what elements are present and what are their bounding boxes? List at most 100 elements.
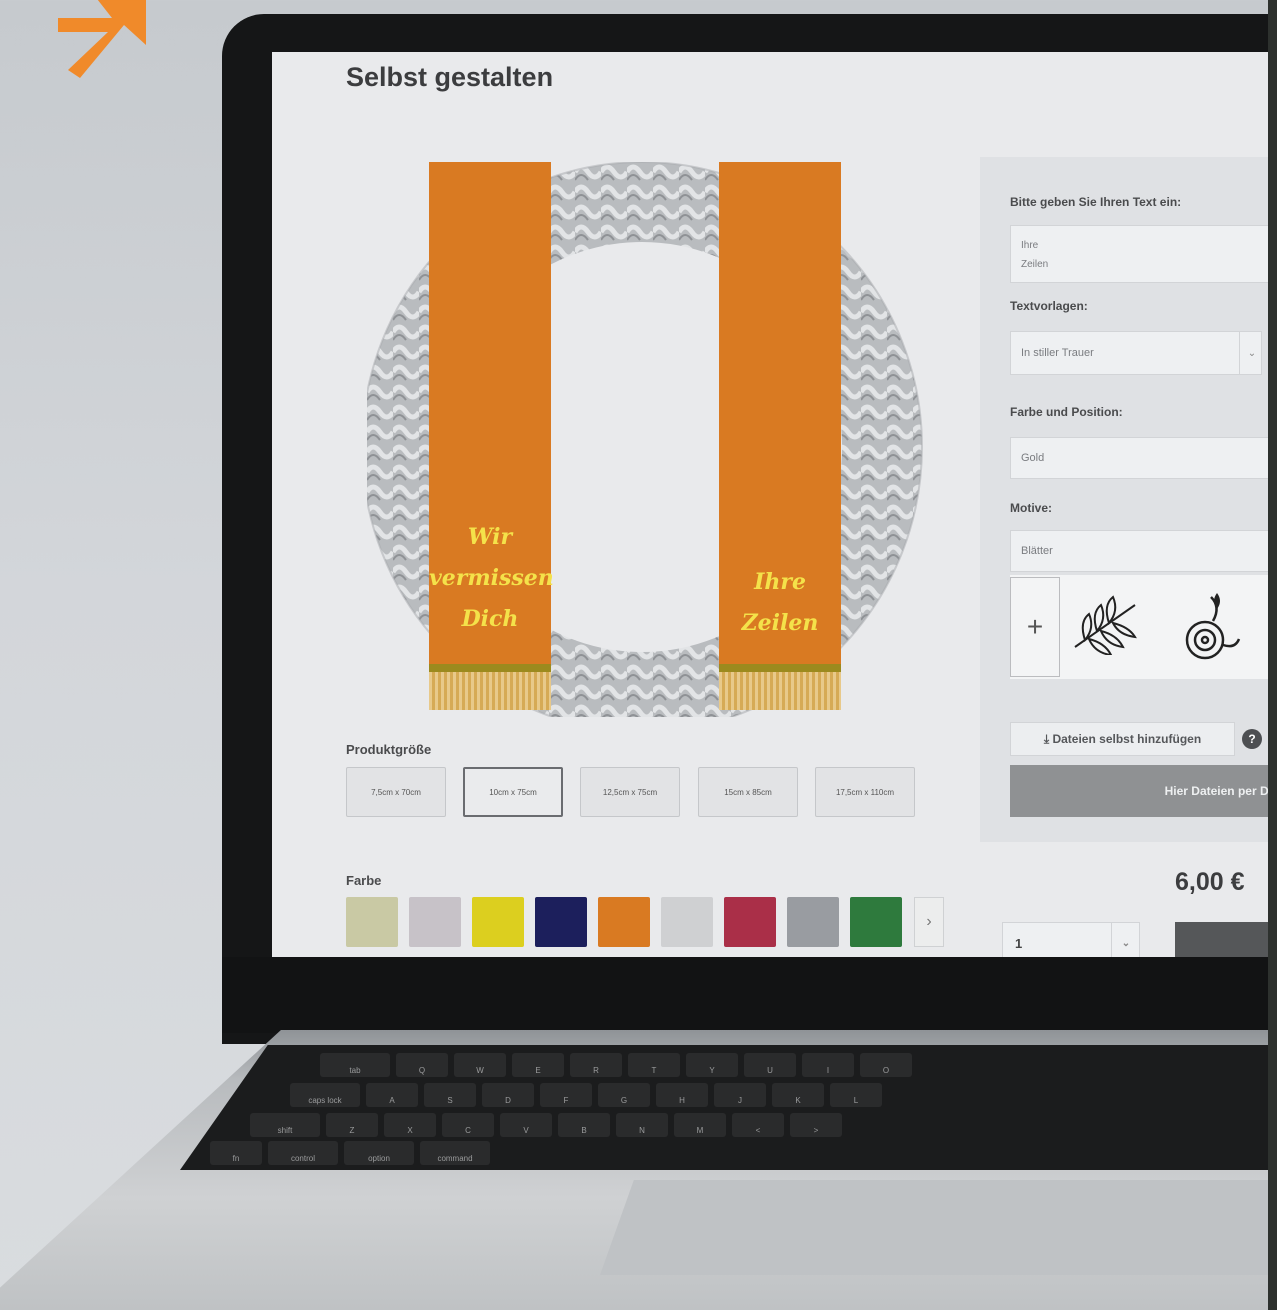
- color-position-value: Gold: [1021, 452, 1045, 464]
- keyboard-key: K: [772, 1083, 824, 1107]
- keyboard-key: O: [860, 1053, 912, 1077]
- keyboard-key: X: [384, 1113, 436, 1137]
- quantity-select[interactable]: 1 ⌄: [1002, 922, 1140, 957]
- ribbon-left-fringe: [429, 672, 551, 710]
- color-swatch[interactable]: [787, 897, 839, 947]
- chevron-down-icon: ⌄: [1239, 332, 1264, 374]
- keyboard-key: S: [424, 1083, 476, 1107]
- right-edge-strip: [1268, 0, 1277, 1310]
- ribbon-left: Wir vermissen Dich: [429, 162, 554, 666]
- color-swatch[interactable]: [409, 897, 461, 947]
- keyboard-key: C: [442, 1113, 494, 1137]
- keyboard-key: L: [830, 1083, 882, 1107]
- text-input-line: Ihre: [1021, 240, 1039, 251]
- candle-motif-icon[interactable]: [1175, 585, 1245, 665]
- product-preview: Wir vermissen Dich Ihre Zeilen: [367, 162, 937, 717]
- page-title: Selbst gestalten: [346, 62, 554, 92]
- size-label: Produktgröße: [346, 742, 432, 757]
- keyboard-key: N: [616, 1113, 668, 1137]
- size-option[interactable]: 7,5cm x 70cm: [346, 767, 446, 817]
- color-position-label: Farbe und Position:: [1010, 405, 1123, 419]
- color-swatch[interactable]: [661, 897, 713, 947]
- keyboard-key: E: [512, 1053, 564, 1077]
- keyboard-key: U: [744, 1053, 796, 1077]
- keyboard-key: tab: [320, 1053, 390, 1077]
- keyboard-key: option: [344, 1141, 414, 1165]
- keyboard-key: A: [366, 1083, 418, 1107]
- quantity-value: 1: [1015, 935, 1023, 951]
- color-swatch[interactable]: [472, 897, 524, 947]
- keyboard-key: B: [558, 1113, 610, 1137]
- keyboard-key: M: [674, 1113, 726, 1137]
- ribbon-left-line: vermissen: [429, 565, 554, 591]
- ribbon-right-line: Ihre: [754, 569, 806, 595]
- keyboard-key: >: [790, 1113, 842, 1137]
- keyboard-key: command: [420, 1141, 490, 1165]
- keyboard-row: tab Q W E R T Y U I O: [320, 1053, 912, 1077]
- color-swatch[interactable]: [346, 897, 398, 947]
- size-option-selected[interactable]: 10cm x 75cm: [463, 767, 563, 817]
- price: 6,00 €: [1175, 868, 1245, 896]
- file-dropzone[interactable]: Hier Dateien per Dra: [1010, 765, 1268, 817]
- add-to-cart-button[interactable]: [1175, 922, 1268, 957]
- motif-gallery: +: [1010, 575, 1268, 679]
- keyboard-key: H: [656, 1083, 708, 1107]
- keyboard-key: D: [482, 1083, 534, 1107]
- keyboard-key: fn: [210, 1141, 262, 1165]
- keyboard-key: V: [500, 1113, 552, 1137]
- keyboard: tab Q W E R T Y U I O caps lock A S D F G H J K L shift Z X C…: [180, 1045, 1277, 1170]
- keyboard-key: control: [268, 1141, 338, 1165]
- size-option[interactable]: 17,5cm x 110cm: [815, 767, 915, 817]
- keyboard-key: F: [540, 1083, 592, 1107]
- text-input-line: Zeilen: [1021, 259, 1049, 270]
- color-swatch[interactable]: [850, 897, 902, 947]
- help-icon[interactable]: ?: [1242, 729, 1262, 749]
- keyboard-key: Q: [396, 1053, 448, 1077]
- color-next-button[interactable]: ›: [914, 897, 944, 947]
- arrow-icon: [58, 0, 146, 78]
- ribbon-right-border: [719, 664, 841, 672]
- ribbon-left-text: Wir vermissen Dich: [429, 517, 554, 640]
- templates-select[interactable]: In stiller Trauer ⌄: [1010, 331, 1262, 375]
- keyboard-key: T: [628, 1053, 680, 1077]
- keyboard-key: shift: [250, 1113, 320, 1137]
- ribbon-right: Ihre Zeilen: [719, 162, 841, 666]
- screen-bezel: [222, 957, 1277, 1033]
- motive-value: Blätter: [1021, 545, 1053, 557]
- color-label: Farbe: [346, 873, 382, 888]
- keyboard-row: fn control option command: [210, 1141, 490, 1165]
- color-swatch[interactable]: [535, 897, 587, 947]
- templates-label: Textvorlagen:: [1010, 299, 1088, 313]
- size-option[interactable]: 15cm x 85cm: [698, 767, 798, 817]
- color-swatch[interactable]: [724, 897, 776, 947]
- keyboard-key: J: [714, 1083, 766, 1107]
- keyboard-row: shift Z X C V B N M < >: [250, 1113, 842, 1137]
- size-option[interactable]: 12,5cm x 75cm: [580, 767, 680, 817]
- motive-select[interactable]: Blätter: [1010, 530, 1268, 572]
- touchpad: [600, 1180, 1277, 1275]
- ribbon-right-line: Zeilen: [741, 610, 819, 636]
- chevron-down-icon: ⌄: [1111, 923, 1140, 957]
- templates-value: In stiller Trauer: [1021, 347, 1094, 359]
- motive-label: Motive:: [1010, 501, 1052, 515]
- keyboard-key: <: [732, 1113, 784, 1137]
- ribbon-left-line: Wir: [467, 524, 513, 550]
- leaves-motif-icon[interactable]: [1065, 595, 1145, 655]
- text-input-label: Bitte geben Sie Ihren Text ein:: [1010, 195, 1182, 209]
- keyboard-row: caps lock A S D F G H J K L: [290, 1083, 882, 1107]
- ribbon-right-fringe: [719, 672, 841, 710]
- keyboard-key: G: [598, 1083, 650, 1107]
- color-swatch-selected[interactable]: [598, 897, 650, 947]
- upload-files-button[interactable]: ⤓ Dateien selbst hinzufügen: [1010, 722, 1235, 756]
- keyboard-key: Z: [326, 1113, 378, 1137]
- keyboard-key: Y: [686, 1053, 738, 1077]
- keyboard-key: W: [454, 1053, 506, 1077]
- add-motif-button[interactable]: +: [1010, 577, 1060, 677]
- keyboard-key: R: [570, 1053, 622, 1077]
- text-input[interactable]: Ihre Zeilen: [1010, 225, 1268, 283]
- ribbon-left-border: [429, 664, 551, 672]
- ribbon-right-text: Ihre Zeilen: [719, 562, 841, 644]
- keyboard-key: I: [802, 1053, 854, 1077]
- keyboard-key: caps lock: [290, 1083, 360, 1107]
- color-position-select[interactable]: Gold: [1010, 437, 1268, 479]
